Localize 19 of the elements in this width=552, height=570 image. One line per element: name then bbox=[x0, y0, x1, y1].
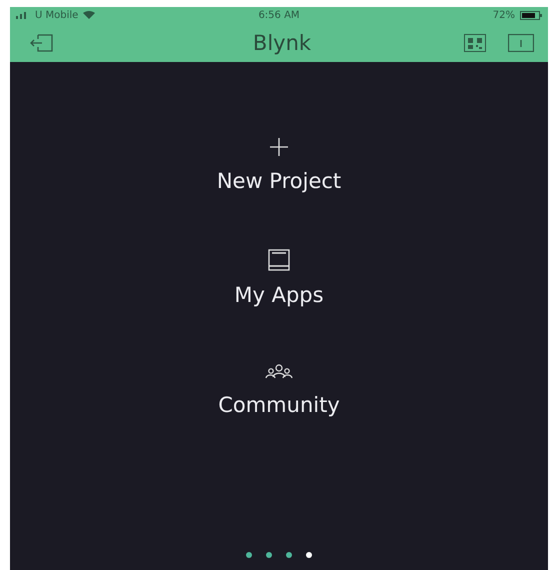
app-title: Blynk bbox=[252, 30, 312, 54]
carrier-name: U Mobile bbox=[35, 10, 78, 20]
battery-icon bbox=[520, 10, 542, 20]
qr-code-icon[interactable] bbox=[464, 34, 486, 52]
apps-icon bbox=[268, 249, 290, 271]
people-icon bbox=[264, 363, 293, 381]
menu-item[interactable]: New Project bbox=[216, 137, 342, 193]
page-dot[interactable] bbox=[246, 552, 252, 558]
page-dot[interactable] bbox=[266, 552, 272, 558]
page-dot[interactable] bbox=[306, 552, 312, 558]
menu-item[interactable]: Community bbox=[218, 363, 340, 417]
logout-icon[interactable] bbox=[30, 32, 54, 52]
battery-percent: 72% bbox=[492, 10, 515, 20]
info-icon[interactable] bbox=[508, 34, 534, 52]
plus-icon bbox=[269, 137, 289, 157]
status-time: 6:56 AM bbox=[258, 10, 300, 20]
page-dot[interactable] bbox=[286, 552, 292, 558]
menu-item[interactable]: My Apps bbox=[234, 249, 324, 307]
wifi-icon bbox=[83, 11, 96, 19]
